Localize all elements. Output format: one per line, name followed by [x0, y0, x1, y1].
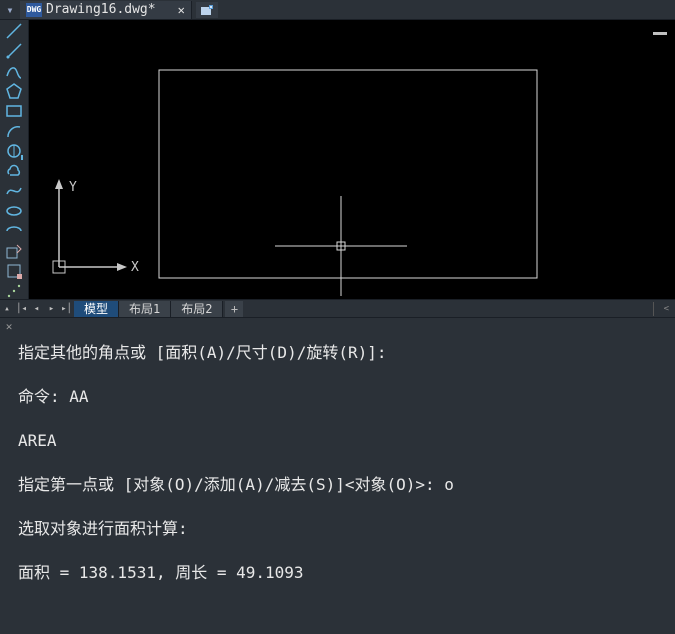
- polyline-icon[interactable]: [2, 62, 26, 80]
- layout-tab-label: 布局1: [129, 300, 160, 317]
- polygon-icon[interactable]: [2, 82, 26, 100]
- command-console: ✕ 指定其他的角点或 [面积(A)/尺寸(D)/旋转(R)]: 命令: AA A…: [0, 317, 675, 634]
- console-close-icon[interactable]: ✕: [0, 318, 18, 634]
- line-icon[interactable]: [2, 22, 26, 40]
- console-line: 指定其他的角点或 [面积(A)/尺寸(D)/旋转(R)]:: [18, 342, 673, 364]
- layout-last-icon[interactable]: ▸│: [59, 302, 74, 316]
- document-file-name: Drawing16.dwg*: [46, 2, 156, 17]
- layout-tab-strip: ▴ │◂ ◂ ▸ ▸│ 模型 布局1 布局2 + <: [0, 299, 675, 317]
- layout-tab-layout1[interactable]: 布局1: [119, 301, 171, 317]
- ucs-axes-icon: Y X: [41, 177, 131, 277]
- rectangle-icon[interactable]: [2, 102, 26, 120]
- document-tab[interactable]: DWG Drawing16.dwg* ✕: [20, 1, 192, 19]
- document-tab-bar: ▾ DWG Drawing16.dwg* ✕: [0, 0, 675, 20]
- drawing-viewport[interactable]: Y X: [29, 20, 675, 299]
- layout-tab-label: 布局2: [181, 300, 212, 317]
- new-tab-button[interactable]: [196, 2, 218, 18]
- console-line: 面积 = 138.1531, 周长 = 49.1093: [18, 562, 673, 584]
- layout-collapse-icon[interactable]: ▴: [0, 302, 14, 316]
- dwg-file-icon: DWG: [26, 3, 42, 17]
- console-line: AREA: [18, 430, 673, 452]
- point-divide-icon[interactable]: [2, 282, 26, 300]
- tab-dropdown-icon[interactable]: ▾: [0, 3, 20, 17]
- helix-icon[interactable]: [2, 142, 26, 160]
- ucs-x-label: X: [131, 260, 139, 275]
- ellipse-arc-icon[interactable]: [2, 222, 26, 240]
- ucs-y-label: Y: [69, 180, 77, 195]
- layout-prev-icon[interactable]: ◂: [29, 302, 44, 316]
- ellipse-icon[interactable]: [2, 202, 26, 220]
- console-output[interactable]: 指定其他的角点或 [面积(A)/尺寸(D)/旋转(R)]: 命令: AA ARE…: [18, 318, 675, 634]
- ray-icon[interactable]: [2, 42, 26, 60]
- layout-scroll-left-icon[interactable]: <: [658, 304, 675, 314]
- main-area: Y X: [0, 20, 675, 299]
- layout-tab-model[interactable]: 模型: [74, 301, 119, 317]
- console-line: 选取对象进行面积计算:: [18, 518, 673, 540]
- layout-first-icon[interactable]: │◂: [14, 302, 29, 316]
- block-create-icon[interactable]: [2, 262, 26, 280]
- spline-icon[interactable]: [2, 182, 26, 200]
- draw-toolbar: [0, 20, 29, 299]
- block-insert-icon[interactable]: [2, 242, 26, 260]
- layout-add-button[interactable]: +: [225, 301, 243, 317]
- console-line: 命令: AA: [18, 386, 673, 408]
- arc-icon[interactable]: [2, 122, 26, 140]
- app-root: ▾ DWG Drawing16.dwg* ✕: [0, 0, 675, 634]
- layout-tab-label: 模型: [84, 300, 108, 317]
- close-tab-icon[interactable]: ✕: [178, 3, 185, 17]
- cloud-icon[interactable]: [2, 162, 26, 180]
- console-line: 指定第一点或 [对象(O)/添加(A)/减去(S)]<对象(O)>: o: [18, 474, 673, 496]
- layout-next-icon[interactable]: ▸: [44, 302, 59, 316]
- layout-tab-layout2[interactable]: 布局2: [171, 301, 223, 317]
